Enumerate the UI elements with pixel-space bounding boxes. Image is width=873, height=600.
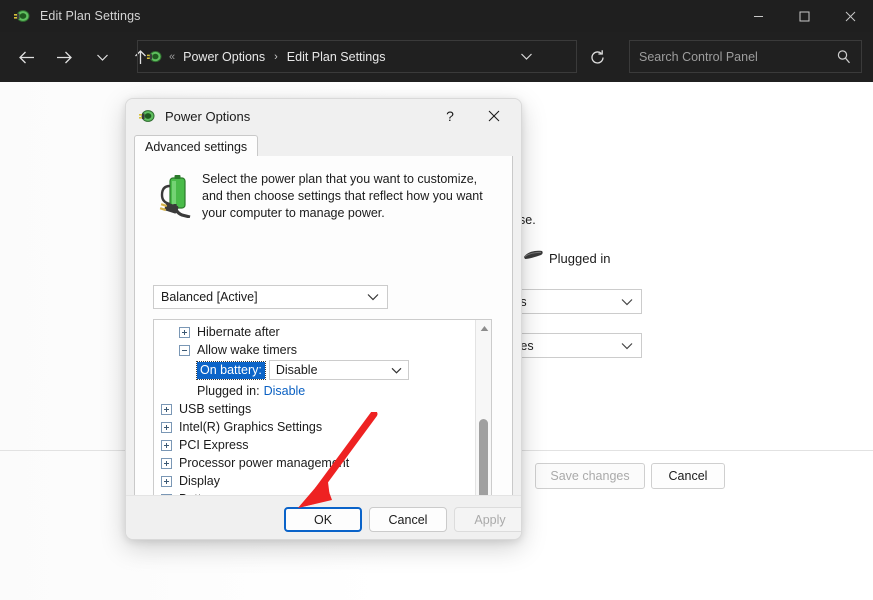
ok-button[interactable]: OK xyxy=(284,507,362,532)
on-battery-value: Disable xyxy=(276,363,318,377)
minimize-icon[interactable] xyxy=(735,0,781,32)
apply-button[interactable]: Apply xyxy=(454,507,522,532)
address-dropdown-icon[interactable] xyxy=(512,41,540,72)
collapse-minus-icon[interactable] xyxy=(179,345,190,356)
tree-item-allow-wake-timers[interactable]: Allow wake timers xyxy=(154,341,474,359)
on-battery-label[interactable]: On battery: xyxy=(197,362,265,379)
scroll-up-icon[interactable] xyxy=(476,320,492,336)
on-battery-setting-row[interactable]: On battery: Disable xyxy=(154,359,474,381)
plugged-in-label: Plugged in: xyxy=(197,384,260,398)
tree-item-intel-graphics-settings[interactable]: Intel(R) Graphics Settings xyxy=(154,418,474,436)
plug-icon xyxy=(521,246,547,264)
tab-advanced-settings[interactable]: Advanced settings xyxy=(134,135,258,157)
address-bar[interactable]: « Power Options › Edit Plan Settings xyxy=(137,40,577,73)
power-plan-value: Balanced [Active] xyxy=(161,290,258,304)
window-controls xyxy=(735,0,873,32)
on-battery-select[interactable]: Disable xyxy=(269,360,409,380)
help-button[interactable]: ? xyxy=(437,105,463,127)
expand-plus-icon[interactable] xyxy=(161,422,172,433)
breadcrumb-edit-plan-settings[interactable]: Edit Plan Settings xyxy=(287,50,386,64)
expand-plus-icon[interactable] xyxy=(161,476,172,487)
chevron-down-icon xyxy=(367,293,379,301)
expand-plus-icon[interactable] xyxy=(161,440,172,451)
power-plan-select[interactable]: Balanced [Active] xyxy=(153,285,388,309)
breadcrumb-power-options[interactable]: Power Options xyxy=(183,50,265,64)
tree-item-label: Processor power management xyxy=(179,456,349,470)
power-options-dialog: Power Options ? Advanced settings xyxy=(125,98,522,540)
scrollbar-thumb[interactable] xyxy=(479,419,488,499)
tree-item-label: PCI Express xyxy=(179,438,248,452)
dialog-title: Power Options xyxy=(165,109,250,124)
background-plugged-in-label: Plugged in xyxy=(549,251,610,266)
search-input[interactable]: Search Control Panel xyxy=(629,40,862,73)
tree-item-label: Display xyxy=(179,474,220,488)
dialog-footer: OK Cancel Apply xyxy=(126,495,521,539)
tree-item-label: Hibernate after xyxy=(197,325,280,339)
back-arrow-icon[interactable] xyxy=(9,40,43,74)
power-options-icon xyxy=(12,7,30,25)
forward-arrow-icon[interactable] xyxy=(47,40,81,74)
tree-scrollbar[interactable] xyxy=(475,320,491,511)
dialog-tab-panel: Select the power plan that you want to c… xyxy=(134,156,513,501)
chevron-down-icon[interactable] xyxy=(85,40,119,74)
chevron-down-icon xyxy=(621,298,633,306)
search-placeholder: Search Control Panel xyxy=(639,50,836,64)
control-panel-window: Edit Plan Settings xyxy=(0,0,873,600)
chevron-right-icon: › xyxy=(274,51,278,63)
close-icon[interactable] xyxy=(481,104,507,128)
window-title: Edit Plan Settings xyxy=(40,9,140,23)
expand-plus-icon[interactable] xyxy=(179,327,190,338)
dialog-cancel-button[interactable]: Cancel xyxy=(369,507,447,532)
tree-item-pci-express[interactable]: PCI Express xyxy=(154,436,474,454)
chevron-down-icon xyxy=(621,342,633,350)
dialog-tabstrip: Advanced settings xyxy=(134,135,513,157)
power-options-icon xyxy=(138,107,156,125)
advanced-settings-tree[interactable]: Hibernate after Allow wake timers On bat… xyxy=(153,319,492,512)
save-changes-button[interactable]: Save changes xyxy=(535,463,645,489)
tree-item-processor-power-management[interactable]: Processor power management xyxy=(154,454,474,472)
battery-plug-icon xyxy=(157,174,195,218)
power-options-icon xyxy=(146,48,163,65)
refresh-icon[interactable] xyxy=(583,43,611,71)
expand-plus-icon[interactable] xyxy=(161,458,172,469)
maximize-icon[interactable] xyxy=(781,0,827,32)
plugged-in-setting-row[interactable]: Plugged in: Disable xyxy=(154,381,474,400)
close-icon[interactable] xyxy=(827,0,873,32)
tree-items: Hibernate after Allow wake timers On bat… xyxy=(154,320,474,511)
page-cancel-button[interactable]: Cancel xyxy=(651,463,725,489)
chevron-down-icon xyxy=(391,367,402,374)
tree-item-hibernate-after[interactable]: Hibernate after xyxy=(154,323,474,341)
breadcrumb-overflow-icon[interactable]: « xyxy=(169,51,174,63)
tree-item-label: Intel(R) Graphics Settings xyxy=(179,420,322,434)
tree-item-label: Allow wake timers xyxy=(197,343,297,357)
search-icon[interactable] xyxy=(836,49,851,64)
dialog-intro-text: Select the power plan that you want to c… xyxy=(202,171,492,222)
window-titlebar: Edit Plan Settings xyxy=(0,0,873,32)
tree-item-usb-settings[interactable]: USB settings xyxy=(154,400,474,418)
expand-plus-icon[interactable] xyxy=(161,404,172,415)
plugged-in-value-link[interactable]: Disable xyxy=(264,384,306,398)
tree-item-display[interactable]: Display xyxy=(154,472,474,490)
tree-item-label: USB settings xyxy=(179,402,251,416)
